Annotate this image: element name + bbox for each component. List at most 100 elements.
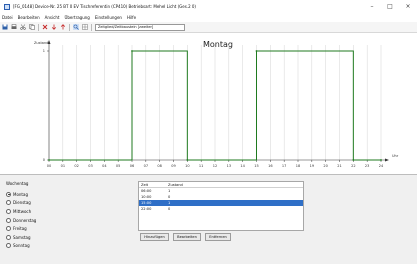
radio-button[interactable] bbox=[6, 234, 11, 240]
arrow-up-icon[interactable] bbox=[60, 24, 66, 30]
chart-title: Montag bbox=[203, 40, 233, 49]
cell-state: 0 bbox=[168, 195, 171, 199]
x-tick-label: 01 bbox=[61, 164, 65, 168]
cell-state: 1 bbox=[168, 189, 171, 193]
x-tick-label: 15 bbox=[254, 164, 258, 168]
schedule-point bbox=[131, 50, 133, 52]
schedule-point bbox=[255, 50, 258, 52]
copy-icon[interactable] bbox=[29, 24, 35, 30]
column-header-state[interactable]: Zustand bbox=[166, 183, 183, 187]
x-tick-label: 20 bbox=[323, 164, 327, 168]
table-buttons: Hinzufügen Bearbeiten Entfernen bbox=[140, 233, 235, 241]
x-tick-label: 04 bbox=[102, 164, 107, 168]
x-tick-label: 16 bbox=[268, 164, 272, 168]
weekday-radio-group: Montag Dienstag Mittwoch Donnerstag Frei… bbox=[6, 190, 36, 250]
radio-button[interactable] bbox=[6, 226, 11, 232]
toolbar-separator bbox=[69, 23, 70, 31]
radio-button[interactable] bbox=[6, 191, 11, 197]
radio-button[interactable] bbox=[6, 200, 11, 206]
schedule-chart: Montag Zustand 00 01 02 03 04 05 06 07 08 09 10 11 12 1… bbox=[0, 33, 417, 175]
radio-button[interactable] bbox=[6, 208, 11, 214]
schedule-point bbox=[380, 159, 382, 161]
weekday-option-label: Sonntag bbox=[13, 243, 30, 249]
x-tick-label: 10 bbox=[185, 164, 189, 168]
x-tick-label: 09 bbox=[171, 164, 175, 168]
window-title: [FG_0148] Device-Nr. 25 BT 0 EV Tischref… bbox=[13, 4, 196, 9]
x-tick-label: 03 bbox=[88, 164, 92, 168]
cell-time: 15:00 bbox=[141, 201, 152, 205]
menu-hilfe[interactable]: Hilfe bbox=[127, 15, 136, 20]
menu-einstellungen[interactable]: Einstellungen bbox=[95, 15, 122, 20]
cell-time: 10:00 bbox=[141, 195, 152, 199]
y-tick-label: 0 bbox=[43, 158, 45, 162]
menu-uebertragung[interactable]: Übertragung bbox=[64, 15, 89, 20]
x-tick-label: 11 bbox=[199, 164, 203, 168]
schedule-point bbox=[352, 159, 355, 161]
x-tick-label: 21 bbox=[337, 164, 341, 168]
weekday-option-mittwoch[interactable]: Mittwoch bbox=[6, 207, 36, 216]
close-button[interactable]: × bbox=[399, 0, 417, 13]
bottom-panel: Wochentag Montag Dienstag Mittwoch Donne… bbox=[0, 176, 417, 264]
save-icon[interactable] bbox=[2, 24, 8, 30]
chart-svg: MontagZustand00 01 02 03 04 05 06 07 08 09 10 11 12 1… bbox=[34, 40, 399, 168]
weekday-option-label: Mittwoch bbox=[13, 208, 32, 214]
weekday-label: Wochentag bbox=[6, 181, 29, 186]
toolbar-separator bbox=[91, 23, 92, 31]
x-tick-label: 07 bbox=[144, 164, 148, 168]
x-tick-label: 23 bbox=[365, 164, 369, 168]
schedule-point bbox=[48, 159, 50, 161]
column-header-time[interactable]: Zeit bbox=[139, 183, 166, 187]
cut-icon[interactable] bbox=[20, 24, 26, 30]
menu-ansicht[interactable]: Ansicht bbox=[45, 15, 60, 20]
maximize-button[interactable]: □ bbox=[381, 0, 399, 13]
x-tick-label: 19 bbox=[310, 164, 314, 168]
window-controls: – □ × bbox=[363, 0, 417, 13]
table-row[interactable]: 22:00 0 bbox=[139, 206, 303, 212]
menu-bearbeiten[interactable]: Bearbeiten bbox=[18, 15, 40, 20]
x-tick-label: 08 bbox=[157, 164, 161, 168]
title-bar: [FG_0148] Device-Nr. 25 BT 0 EV Tischref… bbox=[0, 0, 417, 13]
remove-button[interactable]: Entfernen bbox=[205, 233, 231, 241]
x-tick-label: 14 bbox=[240, 164, 245, 168]
delete-icon[interactable] bbox=[42, 24, 48, 30]
menu-datei[interactable]: Datei bbox=[2, 15, 13, 20]
weekday-option-montag[interactable]: Montag bbox=[6, 190, 36, 199]
cell-time: 06:00 bbox=[141, 189, 152, 193]
cell-state: 0 bbox=[168, 207, 171, 211]
x-tick-label: 05 bbox=[116, 164, 120, 168]
weekday-option-sonntag[interactable]: Sonntag bbox=[6, 242, 36, 251]
zoom-icon[interactable] bbox=[73, 24, 79, 30]
radio-button[interactable] bbox=[6, 217, 11, 223]
weekday-option-label: Samstag bbox=[13, 234, 31, 240]
edit-button[interactable]: Bearbeiten bbox=[173, 233, 201, 241]
cell-time: 22:00 bbox=[141, 207, 152, 211]
y-axis-label: Zustand bbox=[34, 41, 48, 45]
toolbar-separator bbox=[38, 23, 39, 31]
weekday-option-dienstag[interactable]: Dienstag bbox=[6, 199, 36, 208]
weekday-option-freitag[interactable]: Freitag bbox=[6, 224, 36, 233]
print-icon[interactable] bbox=[11, 24, 17, 30]
weekday-option-donnerstag[interactable]: Donnerstag bbox=[6, 216, 36, 225]
x-tick-label: 06 bbox=[130, 164, 134, 168]
mode-select[interactable]: Zeitglied/Zeitbaustein [zweiter] bbox=[95, 23, 185, 31]
weekday-option-label: Donnerstag bbox=[13, 217, 37, 223]
weekday-option-label: Montag bbox=[13, 191, 28, 197]
minimize-button[interactable]: – bbox=[363, 0, 381, 13]
y-tick-label: 1 bbox=[43, 49, 45, 53]
app-icon bbox=[4, 3, 10, 10]
radio-button[interactable] bbox=[6, 243, 11, 249]
x-tick-label: 24 bbox=[379, 164, 384, 168]
toolbar: Zeitglied/Zeitbaustein [zweiter] bbox=[0, 22, 417, 33]
add-button[interactable]: Hinzufügen bbox=[140, 233, 169, 241]
x-tick-label: 17 bbox=[282, 164, 286, 168]
cell-state: 1 bbox=[168, 201, 171, 205]
x-tick-label: 00 bbox=[47, 164, 51, 168]
x-tick-label: 02 bbox=[74, 164, 78, 168]
arrow-down-icon[interactable] bbox=[51, 24, 57, 30]
weekday-option-label: Freitag bbox=[13, 226, 27, 232]
x-tick-label: 18 bbox=[296, 164, 300, 168]
weekday-option-samstag[interactable]: Samstag bbox=[6, 233, 36, 242]
schedule-table: Zeit Zustand 06:00 1 10:00 0 15:00 1 22:… bbox=[138, 181, 304, 231]
x-tick-label: 13 bbox=[227, 164, 231, 168]
grid-icon[interactable] bbox=[82, 24, 88, 30]
